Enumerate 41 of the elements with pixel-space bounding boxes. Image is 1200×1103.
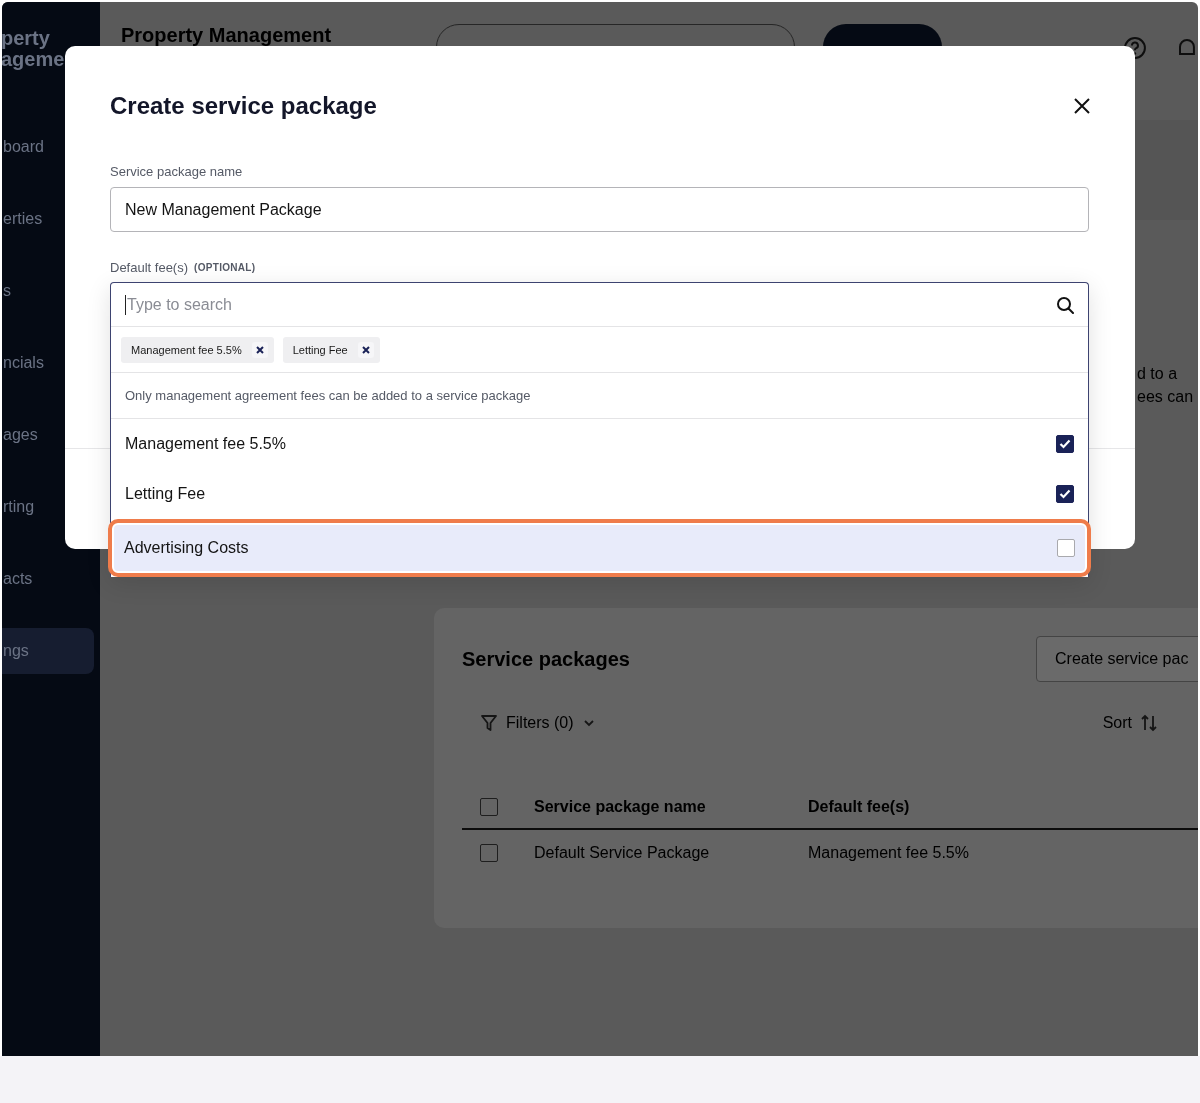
checkbox[interactable]	[1056, 435, 1074, 453]
sidebar-item[interactable]: acts	[2, 556, 94, 602]
chip-label: Letting Fee	[292, 343, 348, 356]
dropdown-option[interactable]: Management fee 5.5%	[111, 419, 1088, 469]
search-icon[interactable]	[1056, 295, 1074, 314]
brand-name: ageme	[2, 49, 66, 70]
remove-button[interactable]	[251, 341, 268, 358]
checkbox[interactable]	[1056, 485, 1074, 503]
remove-icon	[361, 345, 370, 354]
field-label: Default fee(s)	[110, 259, 189, 277]
dropdown-option[interactable]: Letting Fee	[111, 469, 1088, 519]
create-service-package-button[interactable]: Create service pac	[1036, 636, 1198, 682]
modal-title: Create service package	[110, 91, 377, 121]
sidebar-item[interactable]: ngs	[2, 628, 94, 674]
field-label: Service package name	[110, 163, 244, 181]
filters-button[interactable]: Filters (0)	[480, 714, 596, 732]
select-all-checkbox[interactable]	[480, 798, 498, 816]
dropdown-option[interactable]: Advertising Costs	[114, 525, 1085, 571]
checkmark-icon	[1059, 489, 1071, 499]
remove-icon	[255, 345, 264, 354]
table-cell-text: Default Service Package	[534, 844, 711, 862]
column-header: Service package name	[534, 798, 707, 816]
section-title: Service packages	[462, 647, 631, 671]
sort-button[interactable]: Sort	[1102, 714, 1158, 732]
column-header: Default fee(s)	[808, 798, 910, 816]
checkbox[interactable]	[1057, 539, 1075, 557]
table-cell: Management fee 5.5%	[808, 844, 969, 862]
description-text: d to a ees can	[1137, 364, 1194, 407]
chip-label: Management fee 5.5%	[131, 343, 242, 356]
row-checkbox[interactable]	[480, 844, 498, 862]
name-input-field[interactable]: New Management Package	[110, 187, 1089, 232]
brand-name: perty	[2, 28, 51, 49]
sort-icon	[1140, 714, 1158, 732]
option-label: Letting Fee	[125, 485, 206, 503]
option-label: Advertising Costs	[124, 539, 249, 557]
funnel-icon	[480, 714, 498, 732]
remove-button[interactable]	[357, 341, 374, 358]
option-label: Management fee 5.5%	[125, 435, 286, 453]
checkmark-icon	[1059, 439, 1071, 449]
page-title: Property Management	[121, 24, 333, 47]
optional-tag: (OPTIONAL)	[194, 258, 256, 278]
